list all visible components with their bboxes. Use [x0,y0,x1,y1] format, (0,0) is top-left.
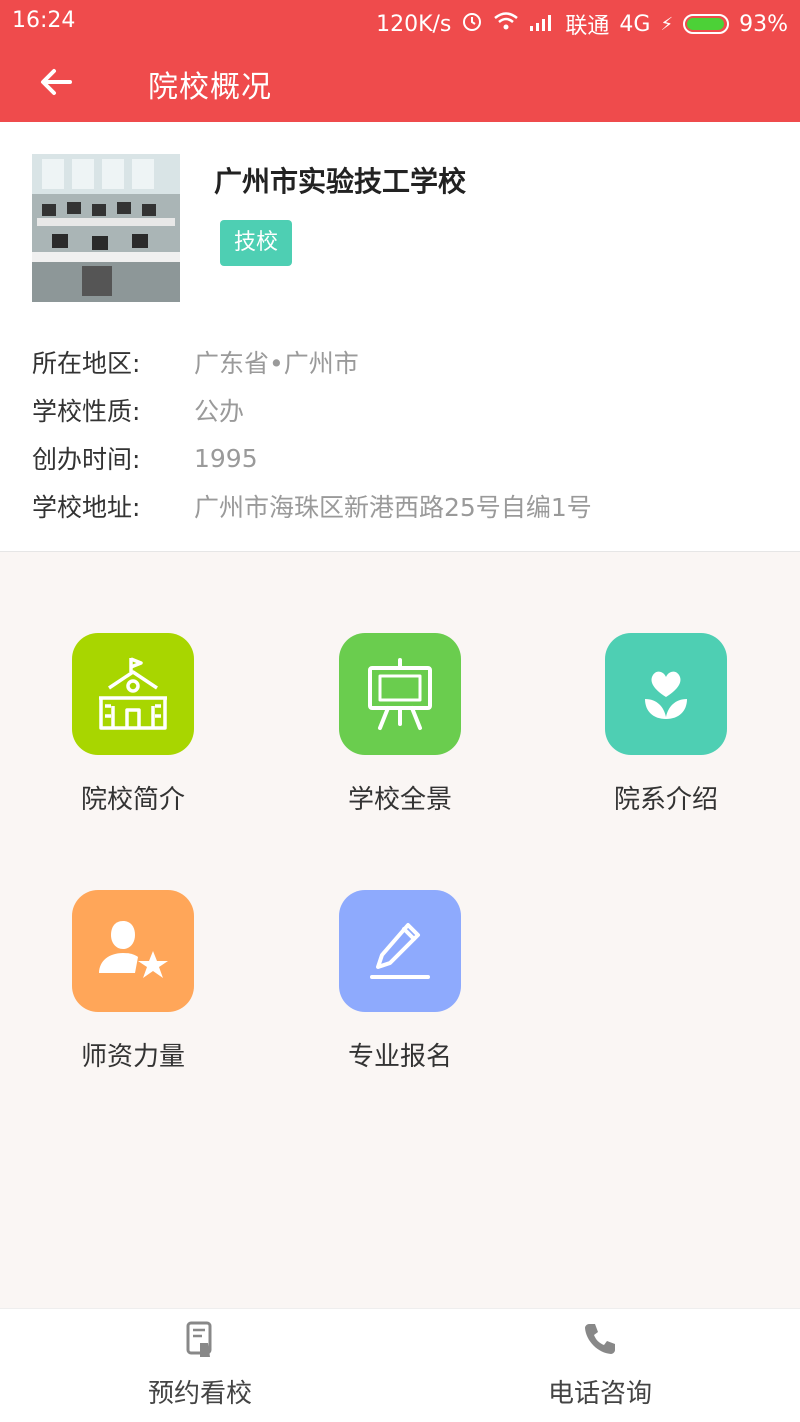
detail-label: 所在地区: [32,349,141,378]
book-visit-label: 预约看校 [147,1379,252,1409]
alarm-icon [461,10,483,38]
menu-item-panorama[interactable]: 学校全景 [300,633,500,816]
phone-icon [580,1319,620,1359]
status-time: 16:24 [12,8,76,33]
battery-fill [687,18,725,30]
menu-item-label: 院系介绍 [613,785,718,815]
network-type: 4G [619,11,651,37]
school-photo [32,154,180,302]
carrier-label: 联通 [565,14,610,39]
charging-icon: ⚡ [660,13,674,35]
signal-icon [529,12,555,37]
menu-item-label: 专业报名 [347,1042,452,1072]
school-building-icon [72,633,194,755]
phone-consult-button[interactable]: 电话咨询 [400,1309,800,1422]
battery-icon [683,14,730,34]
app-header: 院校概况 [0,42,800,122]
book-visit-button[interactable]: 预约看校 [0,1309,400,1422]
menu-grid: 院校简介 学校全景 院系介绍 师资力量 专业报名 [0,552,800,1308]
battery-percent: 93% [739,11,788,37]
menu-item-label: 师资力量 [80,1042,185,1072]
detail-label: 学校地址: [32,493,141,522]
status-right: 120K/s 联通 4G ⚡ 93% [376,8,788,40]
network-speed: 120K/s [376,11,452,37]
arrow-left-icon [41,69,72,95]
easel-board-icon [339,633,461,755]
detail-label: 学校性质: [32,397,141,426]
teacher-star-icon [72,890,194,1012]
detail-row-region: 所在地区: 广东省•广州市 [32,338,592,386]
detail-row-address: 学校地址: 广州市海珠区新港西路25号自编1号 [32,482,592,530]
detail-row-nature: 学校性质: 公办 [32,386,592,434]
menu-item-departments[interactable]: 院系介绍 [566,633,766,816]
phone-consult-label: 电话咨询 [547,1379,652,1409]
detail-row-founded: 创办时间: 1995 [32,434,592,482]
bottom-bar: 预约看校 电话咨询 [0,1308,800,1422]
menu-item-school-intro[interactable]: 院校简介 [33,633,233,816]
detail-value: 1995 [194,443,258,473]
detail-value: 公办 [194,397,245,426]
school-type-badge: 技校 [220,220,293,266]
school-details: 所在地区: 广东省•广州市 学校性质: 公办 创办时间: 1995 学校地址: … [32,338,592,530]
menu-item-enrollment[interactable]: 专业报名 [300,890,500,1073]
detail-value: 广州市海珠区新港西路25号自编1号 [194,493,592,522]
flower-icon [605,633,727,755]
back-button[interactable] [32,60,80,104]
pencil-edit-icon [339,890,461,1012]
menu-item-label: 院校简介 [80,785,185,815]
menu-item-label: 学校全景 [347,785,452,815]
school-name: 广州市实验技工学校 [214,165,467,198]
detail-label: 创办时间: [32,445,141,474]
status-bar: 16:24 120K/s 联通 4G ⚡ 93% [0,0,800,42]
wifi-icon [493,11,519,37]
menu-item-faculty[interactable]: 师资力量 [33,890,233,1073]
page-title: 院校概况 [148,70,272,105]
tablet-hand-icon [180,1319,220,1359]
detail-value: 广东省•广州市 [194,349,359,378]
school-info-card: 广州市实验技工学校 技校 所在地区: 广东省•广州市 学校性质: 公办 创办时间… [0,122,800,552]
